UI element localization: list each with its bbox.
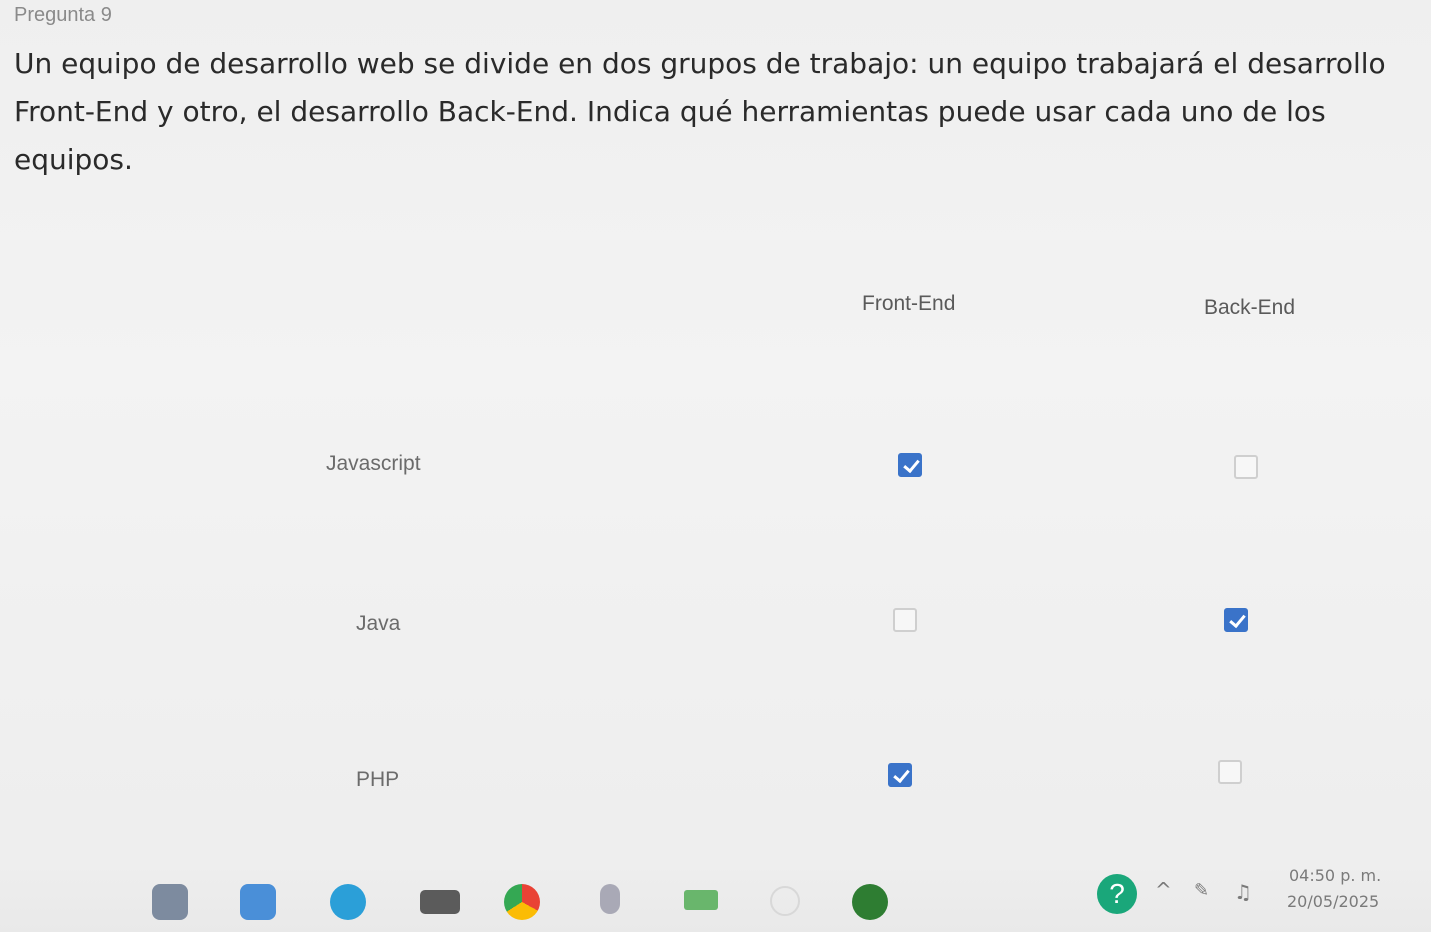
row-label-javascript: Javascript <box>326 452 421 475</box>
column-header-back-end: Back-End <box>1204 296 1296 319</box>
calendar-icon[interactable] <box>684 890 718 910</box>
question-number: Pregunta 9 <box>14 4 112 26</box>
checkbox-php-back-end[interactable] <box>1218 760 1242 784</box>
chrome-icon[interactable] <box>504 884 540 920</box>
loading-icon[interactable] <box>770 886 800 916</box>
checkbox-php-front-end[interactable] <box>888 763 912 787</box>
speaker-icon[interactable]: ♫ <box>1234 880 1252 904</box>
tray-time[interactable]: 04:50 p. m. <box>1289 866 1381 885</box>
mouse-icon[interactable] <box>600 884 620 914</box>
chevron-up-icon[interactable]: ^ <box>1155 878 1172 902</box>
checkbox-java-back-end[interactable] <box>1224 608 1248 632</box>
checkbox-javascript-back-end[interactable] <box>1234 455 1258 479</box>
taskbar: ? ^ ✎ ♫ 04:50 p. m. 20/05/2025 <box>0 862 1431 932</box>
checkbox-java-front-end[interactable] <box>893 608 917 632</box>
mail-icon[interactable] <box>240 884 276 920</box>
pen-icon[interactable]: ✎ <box>1194 880 1209 901</box>
question-text: Un equipo de desarrollo web se divide en… <box>14 47 1386 176</box>
answer-matrix: Front-End Back-End Javascript Java PHP <box>0 220 1431 850</box>
checkbox-javascript-front-end[interactable] <box>898 453 922 477</box>
media-icon[interactable] <box>420 890 460 914</box>
app-icon[interactable] <box>152 884 188 920</box>
google-classroom-icon[interactable] <box>852 884 888 920</box>
row-label-java: Java <box>356 612 401 635</box>
row-label-php: PHP <box>356 768 400 791</box>
quiz-page: Pregunta 9 Un equipo de desarrollo web s… <box>0 0 1431 932</box>
column-header-front-end: Front-End <box>862 292 956 315</box>
edge-icon[interactable] <box>330 884 366 920</box>
help-icon[interactable]: ? <box>1097 874 1137 914</box>
tray-date[interactable]: 20/05/2025 <box>1287 892 1379 911</box>
